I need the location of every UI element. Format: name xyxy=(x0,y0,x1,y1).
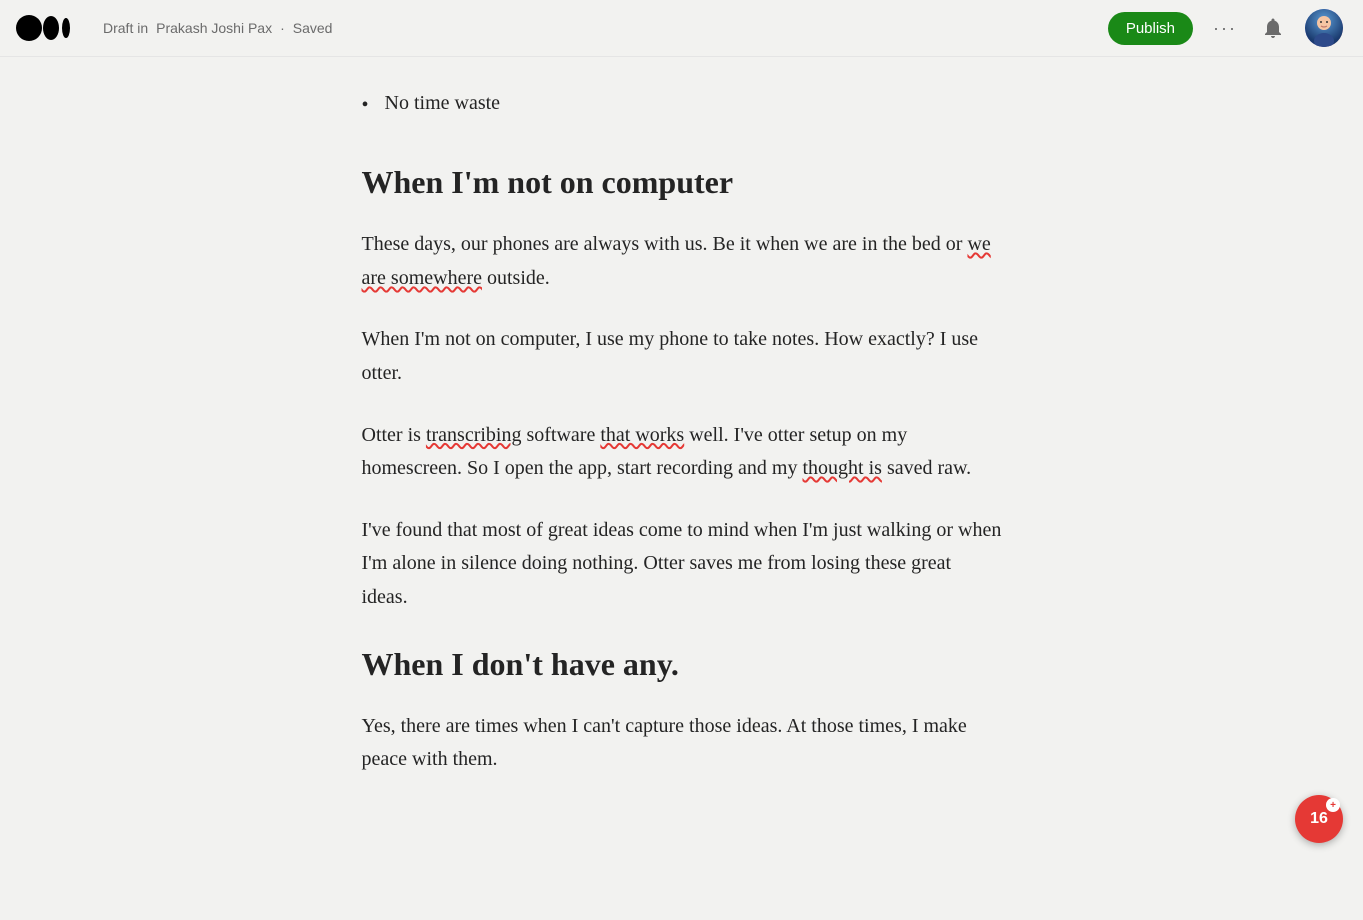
squiggly-we-are-somewhere: we are somewhere xyxy=(362,233,991,289)
squiggly-thought-is: thought is xyxy=(802,457,881,479)
section1-para1: These days, our phones are always with u… xyxy=(362,228,1002,295)
notification-button[interactable] xyxy=(1257,12,1289,44)
squiggly-transcribing: transcribing xyxy=(426,424,522,446)
section2-para1: Yes, there are times when I can't captur… xyxy=(362,710,1002,777)
more-options-button[interactable]: ··· xyxy=(1209,14,1241,43)
bullet-section: • No time waste xyxy=(362,77,1002,121)
notification-plus-badge: + xyxy=(1326,798,1340,812)
section2-block: When I don't have any. Yes, there are ti… xyxy=(362,643,1002,777)
bullet-dot: • xyxy=(362,89,369,121)
notification-badge-container: 16 + xyxy=(1295,795,1343,843)
navbar: Draft in Prakash Joshi Pax · Saved Publi… xyxy=(0,0,1363,57)
avatar-image xyxy=(1305,9,1343,47)
notification-plus-text: + xyxy=(1330,800,1336,811)
publish-button[interactable]: Publish xyxy=(1108,12,1193,45)
draft-label: Draft in xyxy=(103,20,148,36)
medium-logo[interactable] xyxy=(16,13,91,43)
bullet-text: No time waste xyxy=(385,87,501,119)
draft-info: Draft in Prakash Joshi Pax · Saved xyxy=(103,20,332,36)
draft-separator: · xyxy=(280,20,285,36)
navbar-right: Publish ··· xyxy=(1108,9,1343,47)
saved-status: Saved xyxy=(293,20,333,36)
bell-icon xyxy=(1261,16,1285,40)
avatar[interactable] xyxy=(1305,9,1343,47)
content-area: • No time waste When I'm not on computer… xyxy=(0,57,1363,825)
section1-para3: Otter is transcribing software that work… xyxy=(362,419,1002,486)
section1-para4: I've found that most of great ideas come… xyxy=(362,514,1002,615)
three-dots-icon: ··· xyxy=(1213,18,1237,39)
section1-block: When I'm not on computer These days, our… xyxy=(362,161,1002,615)
squiggly-that-works: that works xyxy=(600,424,684,446)
notification-badge[interactable]: 16 + xyxy=(1295,795,1343,843)
navbar-left: Draft in Prakash Joshi Pax · Saved xyxy=(16,13,332,43)
section1-para2: When I'm not on computer, I use my phone… xyxy=(362,323,1002,390)
section2-heading: When I don't have any. xyxy=(362,643,1002,686)
notification-count: 16 xyxy=(1310,810,1328,828)
content-wrapper: • No time waste When I'm not on computer… xyxy=(342,77,1022,805)
bullet-item: • No time waste xyxy=(362,87,1002,121)
author-name: Prakash Joshi Pax xyxy=(156,20,272,36)
section1-heading: When I'm not on computer xyxy=(362,161,1002,204)
